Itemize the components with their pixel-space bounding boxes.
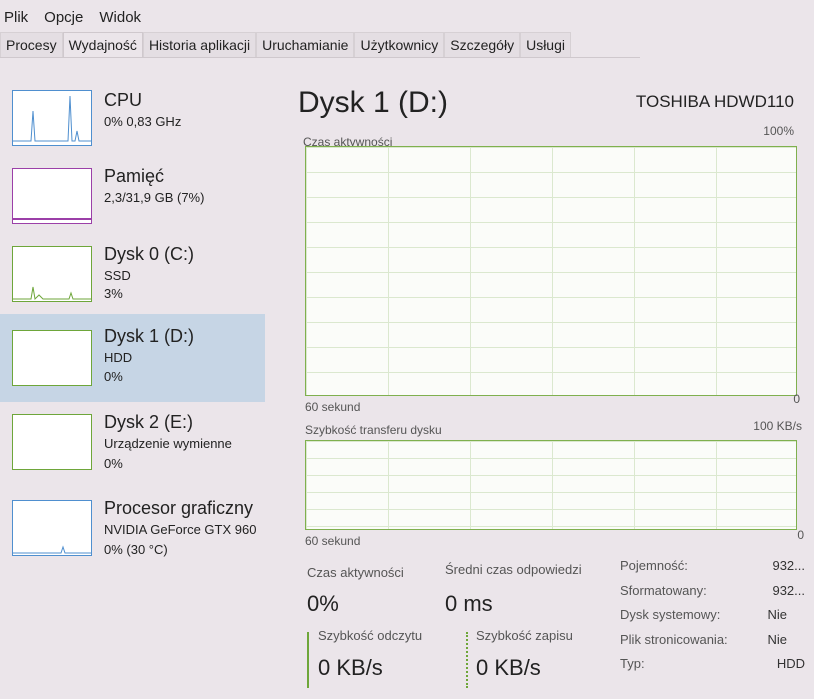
transfer-graph xyxy=(305,440,797,530)
item-sub: HDD xyxy=(104,350,133,365)
item-sub: Urządzenie wymienne xyxy=(104,436,232,451)
tab-wydajnosc[interactable]: Wydajność xyxy=(62,32,143,57)
read-label: Szybkość odczytu xyxy=(318,628,423,643)
item-name: Dysk 0 (C:) xyxy=(104,244,194,264)
graph1-max: 100% xyxy=(763,124,794,138)
write-indicator xyxy=(466,632,468,688)
activity-graph xyxy=(305,146,797,396)
prop-value: HDD xyxy=(776,656,805,671)
menu-widok[interactable]: Widok xyxy=(99,9,141,26)
prop-capacity: Pojemność: 932... xyxy=(620,558,805,583)
tab-uruchamianie[interactable]: Uruchamianie xyxy=(256,32,355,57)
item-name: Procesor graficzny xyxy=(104,498,254,518)
item-value: 0% xyxy=(104,456,123,471)
page-title: Dysk 1 (D:) xyxy=(298,86,448,119)
item-value: 0% xyxy=(104,369,123,384)
prop-type: Typ: HDD xyxy=(620,656,805,681)
graph2-min: 0 xyxy=(797,528,804,542)
prop-value: Nie xyxy=(767,607,787,622)
sidebar-item-disk2[interactable]: Dysk 2 (E:) Urządzenie wymienne 0% xyxy=(0,404,265,490)
active-time-label: Czas aktywności xyxy=(307,565,404,580)
item-value: 0% (30 °C) xyxy=(104,542,168,557)
prop-formatted: Sformatowany: 932... xyxy=(620,583,805,608)
prop-label: Sformatowany: xyxy=(620,582,707,598)
graph2-time: 60 sekund xyxy=(305,534,361,548)
tab-procesy[interactable]: Procesy xyxy=(0,32,63,57)
prop-label: Plik stronicowania: xyxy=(620,631,728,647)
disk0-thumbnail xyxy=(12,246,92,302)
tab-szczegoly[interactable]: Szczegóły xyxy=(444,32,521,57)
read-indicator xyxy=(307,632,309,688)
item-sub: 0% 0,83 GHz xyxy=(104,114,182,129)
cpu-thumbnail xyxy=(12,90,92,146)
menu-opcje[interactable]: Opcje xyxy=(44,9,83,26)
tab-bar: Procesy Wydajność Historia aplikacji Uru… xyxy=(0,32,640,58)
sidebar-item-cpu[interactable]: CPU 0% 0,83 GHz xyxy=(0,80,265,166)
prop-value: Nie xyxy=(767,631,787,647)
disk1-thumbnail xyxy=(12,330,92,386)
item-name: Pamięć xyxy=(104,166,165,186)
item-sub: SSD xyxy=(104,268,131,283)
prop-system-disk: Dysk systemowy: Nie xyxy=(620,607,805,632)
graph1-min: 0 xyxy=(793,392,800,406)
menu-bar: Plik Opcje Widok xyxy=(4,9,157,27)
sidebar-item-gpu[interactable]: Procesor graficzny NVIDIA GeForce GTX 96… xyxy=(0,490,265,576)
response-value: 0 ms xyxy=(445,591,493,616)
prop-label: Pojemność: xyxy=(620,558,688,573)
prop-value: 932... xyxy=(772,558,805,573)
sidebar-item-disk1[interactable]: Dysk 1 (D:) HDD 0% xyxy=(0,314,265,402)
prop-value: 932... xyxy=(772,582,805,598)
menu-plik[interactable]: Plik xyxy=(4,9,28,26)
item-value: 3% xyxy=(104,286,123,301)
write-label: Szybkość zapisu xyxy=(476,628,573,643)
item-name: CPU xyxy=(104,90,143,110)
tab-historia[interactable]: Historia aplikacji xyxy=(142,32,257,57)
graph2-label: Szybkość transferu dysku xyxy=(305,423,442,437)
active-time-value: 0% xyxy=(307,591,339,616)
prop-page-file: Plik stronicowania: Nie xyxy=(620,632,805,657)
graph1-time: 60 sekund xyxy=(305,400,361,414)
tab-uzytkownicy[interactable]: Użytkownicy xyxy=(354,32,445,57)
prop-label: Dysk systemowy: xyxy=(620,607,721,622)
graph2-max: 100 KB/s xyxy=(753,419,802,433)
sidebar-item-memory[interactable]: Pamięć 2,3/31,9 GB (7%) xyxy=(0,160,265,246)
prop-label: Typ: xyxy=(620,656,645,671)
item-name: Dysk 1 (D:) xyxy=(104,326,194,346)
gpu-thumbnail xyxy=(12,500,92,556)
response-label: Średni czas odpowiedzi xyxy=(445,562,582,577)
disk-properties: Pojemność: 932... Sformatowany: 932... Dys… xyxy=(620,558,805,681)
memory-thumbnail xyxy=(12,168,92,224)
disk2-thumbnail xyxy=(12,414,92,470)
read-value: 0 KB/s xyxy=(318,655,383,680)
write-value: 0 KB/s xyxy=(476,655,541,680)
item-name: Dysk 2 (E:) xyxy=(104,412,194,432)
item-sub: 2,3/31,9 GB (7%) xyxy=(104,190,205,205)
disk-model: TOSHIBA HDWD110 xyxy=(635,92,794,111)
tab-uslugi[interactable]: Usługi xyxy=(520,32,571,57)
item-sub: NVIDIA GeForce GTX 960 xyxy=(104,522,257,537)
